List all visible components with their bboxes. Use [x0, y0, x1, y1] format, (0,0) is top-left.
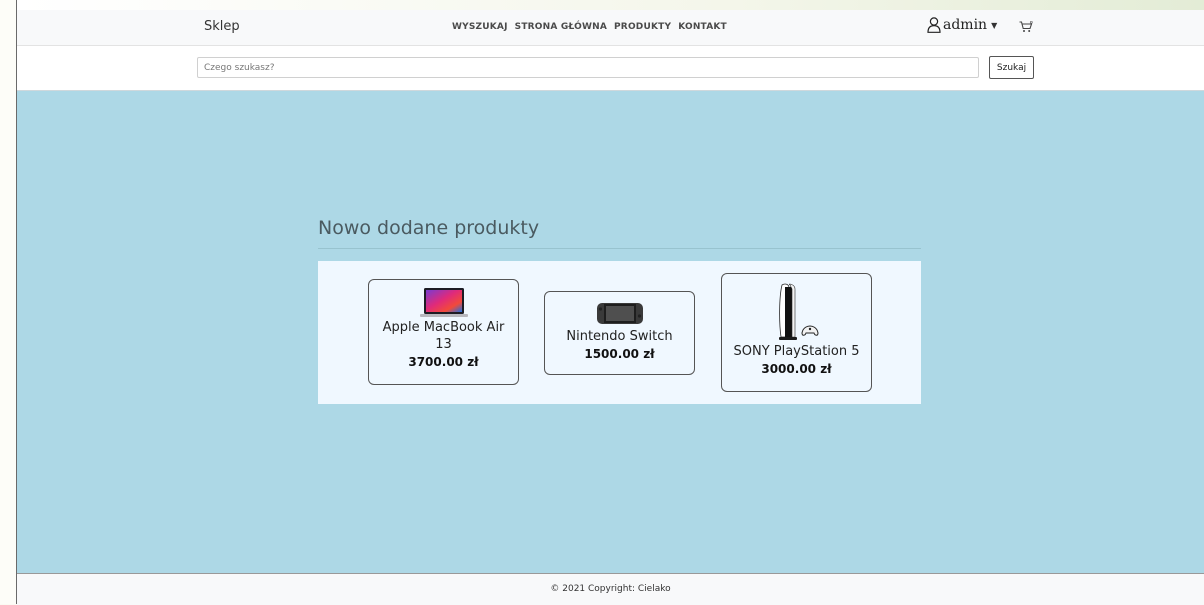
search-button[interactable]: Szukaj: [989, 56, 1034, 79]
user-menu[interactable]: admin ▼: [927, 17, 997, 33]
nav-link-products[interactable]: PRODUKTY: [614, 22, 671, 32]
navbar: Sklep WYSZUKAJ STRONA GŁÓWNA PRODUKTY KO…: [17, 10, 1204, 46]
product-price: 3000.00 zł: [761, 362, 832, 376]
product-card-nintendo[interactable]: Nintendo Switch 1500.00 zł: [544, 291, 695, 375]
footer: © 2021 Copyright: Cielako: [17, 573, 1204, 605]
footer-copyright: © 2021 Copyright:: [550, 584, 638, 594]
section-title: Nowo dodane produkty: [318, 217, 540, 239]
nav-link-home[interactable]: STRONA GŁÓWNA: [515, 22, 607, 32]
product-price: 1500.00 zł: [584, 347, 655, 361]
brand-link[interactable]: Sklep: [204, 19, 240, 34]
user-name: admin: [943, 17, 988, 33]
product-name: Apple MacBook Air 13: [382, 320, 505, 352]
product-card-macbook[interactable]: Apple MacBook Air 13 3700.00 zł: [368, 279, 519, 385]
footer-author-link[interactable]: Cielako: [638, 584, 671, 594]
product-name: Nintendo Switch: [566, 329, 673, 344]
playstation-image: [778, 283, 819, 340]
macbook-image: [419, 288, 468, 317]
section-divider: [318, 248, 921, 249]
caret-down-icon: ▼: [991, 20, 998, 30]
product-price: 3700.00 zł: [408, 355, 479, 369]
browser-viewport: Sklep WYSZUKAJ STRONA GŁÓWNA PRODUKTY KO…: [0, 0, 1204, 605]
window-left-edge: [0, 0, 17, 604]
nav-link-contact[interactable]: KONTAKT: [678, 22, 727, 32]
product-list: Apple MacBook Air 13 3700.00 zł Nintendo…: [318, 261, 921, 404]
nav-links: WYSZUKAJ STRONA GŁÓWNA PRODUKTY KONTAKT: [452, 22, 727, 32]
window-top-strip: [17, 0, 1204, 10]
search-bar: Szukaj: [17, 46, 1204, 91]
search-input[interactable]: [197, 57, 979, 78]
user-icon: [927, 17, 941, 33]
product-name: SONY PlayStation 5: [733, 344, 860, 359]
product-card-playstation[interactable]: SONY PlayStation 5 3000.00 zł: [721, 273, 872, 392]
cart-icon[interactable]: [1019, 21, 1033, 33]
shop-page: Sklep WYSZUKAJ STRONA GŁÓWNA PRODUKTY KO…: [17, 10, 1204, 605]
nav-link-search[interactable]: WYSZUKAJ: [452, 22, 508, 32]
nintendo-switch-image: [596, 303, 643, 324]
